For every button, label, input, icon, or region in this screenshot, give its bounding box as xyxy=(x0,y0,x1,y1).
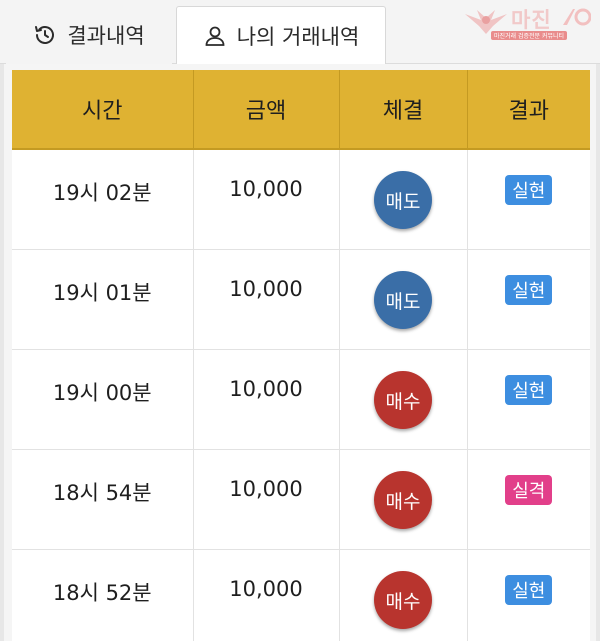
logo-mark-icon xyxy=(563,8,591,26)
header-trade: 체결 xyxy=(339,70,468,150)
logo-text: 마진 xyxy=(511,8,552,32)
tab-bar: 결과내역 나의 거래내역 마진 마진거래 검증전문 커뮤니티 xyxy=(0,0,600,65)
tab-results[interactable]: 결과내역 xyxy=(6,6,172,64)
amount-text: 10,000 xyxy=(229,277,303,301)
time-text: 19시 00분 xyxy=(52,381,152,405)
header-result: 결과 xyxy=(467,70,590,150)
cell-trade: 매수 xyxy=(339,549,468,641)
table-row: 18시 54분 10,000 매수 실격 xyxy=(12,449,590,550)
result-badge-hit: 실현 xyxy=(505,175,553,205)
trade-badge-sell: 매도 xyxy=(374,171,432,229)
trade-history-table: 시간 금액 체결 결과 19시 02분 10,000 매도 실현 19시 01분 10,0… xyxy=(12,70,590,641)
amount-text: 10,000 xyxy=(229,377,303,401)
cell-amount: 10,000 xyxy=(193,449,340,550)
amount-text: 10,000 xyxy=(229,477,303,501)
user-icon xyxy=(203,24,227,48)
cell-result: 실격 xyxy=(467,449,590,550)
cell-time: 18시 52분 xyxy=(12,549,194,641)
trade-badge-buy: 매수 xyxy=(374,371,432,429)
cell-amount: 10,000 xyxy=(193,349,340,450)
table-row: 19시 01분 10,000 매도 실현 xyxy=(12,249,590,350)
cell-time: 19시 01분 xyxy=(12,249,194,350)
tab-my-trades-label: 나의 거래내역 xyxy=(236,25,360,49)
cell-time: 18시 54분 xyxy=(12,449,194,550)
trade-badge-buy: 매수 xyxy=(374,471,432,529)
table-header-row: 시간 금액 체결 결과 xyxy=(12,70,590,150)
header-amount: 금액 xyxy=(193,70,340,150)
logo-subtitle: 마진거래 검증전문 커뮤니티 xyxy=(491,31,568,40)
time-text: 19시 01분 xyxy=(52,281,152,305)
table-row: 18시 52분 10,000 매수 실현 xyxy=(12,549,590,641)
amount-text: 10,000 xyxy=(229,577,303,601)
time-text: 19시 02분 xyxy=(52,181,152,205)
result-badge-hit: 실현 xyxy=(505,275,553,305)
table-row: 19시 02분 10,000 매도 실현 xyxy=(12,149,590,250)
tab-my-trades[interactable]: 나의 거래내역 xyxy=(176,6,386,65)
trade-history-panel: 시간 금액 체결 결과 19시 02분 10,000 매도 실현 19시 01분 10,0… xyxy=(0,64,600,641)
site-logo[interactable]: 마진 마진거래 검증전문 커뮤니티 xyxy=(463,4,595,40)
app-root: 결과내역 나의 거래내역 마진 마진거래 검증전문 커뮤니티 시간 금액 체결 … xyxy=(0,0,600,641)
time-text: 18시 52분 xyxy=(52,581,152,605)
cell-trade: 매수 xyxy=(339,349,468,450)
result-badge-miss: 실격 xyxy=(505,475,553,505)
trade-badge-buy: 매수 xyxy=(374,571,432,629)
cell-time: 19시 00분 xyxy=(12,349,194,450)
table-row: 19시 00분 10,000 매수 실현 xyxy=(12,349,590,450)
cell-amount: 10,000 xyxy=(193,549,340,641)
cell-result: 실현 xyxy=(467,349,590,450)
tab-results-label: 결과내역 xyxy=(67,24,145,48)
cell-trade: 매도 xyxy=(339,149,468,250)
amount-text: 10,000 xyxy=(229,177,303,201)
history-icon xyxy=(33,23,57,47)
header-time: 시간 xyxy=(12,70,194,150)
cell-time: 19시 02분 xyxy=(12,149,194,250)
cell-result: 실현 xyxy=(467,149,590,250)
result-badge-hit: 실현 xyxy=(505,575,553,605)
result-badge-hit: 실현 xyxy=(505,375,553,405)
cell-result: 실현 xyxy=(467,249,590,350)
cell-amount: 10,000 xyxy=(193,149,340,250)
cell-amount: 10,000 xyxy=(193,249,340,350)
cell-trade: 매수 xyxy=(339,449,468,550)
cell-trade: 매도 xyxy=(339,249,468,350)
cell-result: 실현 xyxy=(467,549,590,641)
time-text: 18시 54분 xyxy=(52,481,152,505)
trade-badge-sell: 매도 xyxy=(374,271,432,329)
